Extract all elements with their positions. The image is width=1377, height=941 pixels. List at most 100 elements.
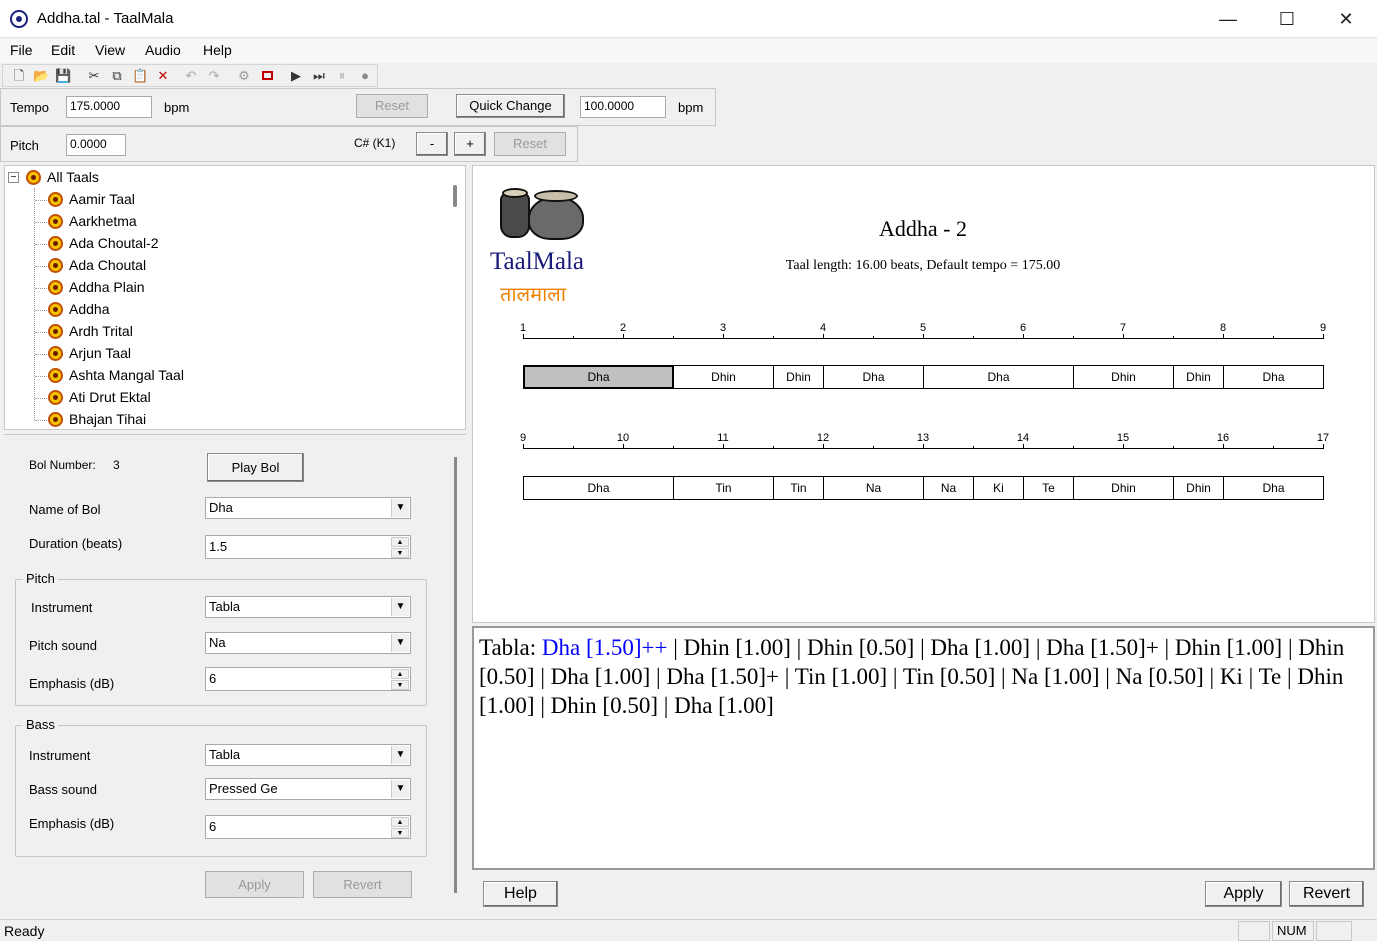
maximize-button[interactable]: ☐	[1258, 0, 1316, 38]
row2-bol-box[interactable]: Tin	[673, 476, 774, 500]
paste-icon[interactable]: 📋	[132, 68, 148, 84]
tree-item[interactable]: Bhajan Tihai	[5, 409, 265, 429]
undo-icon[interactable]: ↶	[183, 68, 199, 84]
pitch-note: C# (K1)	[354, 136, 396, 150]
revert-button[interactable]: Revert	[1289, 881, 1364, 907]
taal-icon	[48, 214, 63, 229]
row2-bol-box[interactable]: Dhin	[1073, 476, 1174, 500]
tree-item[interactable]: Ati Drut Ektal	[5, 387, 265, 409]
stop-icon[interactable]	[259, 68, 275, 84]
tree-item[interactable]: Addha	[5, 299, 265, 321]
duration-stepper[interactable]: 1.5 ▲ ▼	[205, 535, 411, 559]
help-button[interactable]: Help	[483, 881, 558, 907]
beat-number: 9	[519, 432, 527, 444]
spin-up-icon[interactable]: ▲	[391, 817, 409, 827]
row2-bol-box[interactable]: Dhin	[1173, 476, 1224, 500]
row2-bol-box[interactable]: Na	[823, 476, 924, 500]
tree-item[interactable]: Arjun Taal	[5, 343, 265, 365]
beat-tick	[523, 444, 524, 449]
menu-file[interactable]: File	[10, 42, 33, 58]
bol-apply-button[interactable]: Apply	[205, 871, 304, 898]
bass-sound-label: Bass sound	[29, 782, 97, 797]
redo-icon[interactable]: ↷	[206, 68, 222, 84]
pause-icon[interactable]: ⏸	[334, 68, 350, 84]
bol-name-select[interactable]: Dha ▼	[205, 497, 411, 519]
spin-down-icon[interactable]: ▼	[391, 828, 409, 838]
beat-number: 12	[816, 432, 830, 444]
tree-item[interactable]: Aamir Taal	[5, 189, 265, 211]
menu-audio[interactable]: Audio	[145, 42, 181, 58]
copy-icon[interactable]: ⧉	[109, 68, 125, 84]
tree-item[interactable]: Ashta Mangal Taal	[5, 365, 265, 387]
save-icon[interactable]: 💾	[55, 68, 71, 84]
half-beat-tick	[1273, 446, 1274, 449]
pitch-plus-button[interactable]: +	[454, 132, 486, 156]
spin-up-icon[interactable]: ▲	[391, 669, 409, 679]
collapse-icon[interactable]: −	[8, 172, 19, 183]
pitch-emphasis-stepper[interactable]: 6 ▲ ▼	[205, 667, 411, 691]
tree-item[interactable]: Ada Choutal-2	[5, 233, 265, 255]
chevron-down-icon[interactable]: ▼	[391, 598, 409, 616]
tempo-reset-button[interactable]: Reset	[356, 94, 428, 118]
tree-item[interactable]: Aarkhetma	[5, 211, 265, 233]
properties-icon[interactable]: ⚙	[236, 68, 252, 84]
play-bol-button[interactable]: Play Bol	[207, 453, 304, 482]
play-icon[interactable]: ▶	[288, 68, 304, 84]
chevron-down-icon[interactable]: ▼	[391, 634, 409, 652]
tree-item[interactable]: Ardh Trital	[5, 321, 265, 343]
bol-sequence-textarea[interactable]: Tabla: Dha [1.50]++ | Dhin [1.00] | Dhin…	[472, 626, 1375, 870]
tree-item[interactable]: Ada Choutal	[5, 255, 265, 277]
menu-view[interactable]: View	[95, 42, 125, 58]
row2-bol-box[interactable]: Dha	[1223, 476, 1324, 500]
play-step-icon[interactable]: ⏭	[311, 68, 327, 84]
bass-sound-select[interactable]: Pressed Ge ▼	[205, 778, 411, 800]
spin-up-icon[interactable]: ▲	[391, 537, 409, 547]
taal-icon	[48, 390, 63, 405]
chevron-down-icon[interactable]: ▼	[391, 746, 409, 764]
pitch-group-title: Pitch	[23, 571, 58, 586]
beat-tick	[1023, 444, 1024, 449]
cut-icon[interactable]: ✂	[86, 68, 102, 84]
close-button[interactable]: ✕	[1317, 0, 1375, 38]
open-icon[interactable]: 📂	[33, 68, 49, 84]
bass-instrument-label: Instrument	[29, 748, 91, 763]
menu-help[interactable]: Help	[203, 42, 232, 58]
tempo-input[interactable]: 175.0000	[66, 96, 152, 118]
taal-icon	[48, 412, 63, 427]
row2-bol-box[interactable]: Tin	[773, 476, 824, 500]
taal-canvas[interactable]: TaalMala तालमाला Addha - 2 Taal length: …	[472, 165, 1375, 623]
row2-bol-box[interactable]: Te	[1023, 476, 1074, 500]
apply-button[interactable]: Apply	[1205, 881, 1282, 907]
beat-row-2[interactable]: 9 10 11 12 13 14 15 16 17 Dha Tin Tin Na Na Ki Te Dhin Dh…	[473, 166, 1373, 566]
bass-instrument-select[interactable]: Tabla ▼	[205, 744, 411, 766]
pitch-reset-button[interactable]: Reset	[494, 132, 566, 156]
row2-bol-box[interactable]: Na	[923, 476, 974, 500]
chevron-down-icon[interactable]: ▼	[391, 499, 409, 517]
pitch-input[interactable]: 0.0000	[66, 134, 126, 156]
bol-revert-button[interactable]: Revert	[313, 871, 412, 898]
spin-down-icon[interactable]: ▼	[391, 548, 409, 558]
row2-bol-box[interactable]: Ki	[973, 476, 1024, 500]
pitch-instrument-select[interactable]: Tabla ▼	[205, 596, 411, 618]
panel-scrollbar[interactable]	[454, 457, 457, 893]
beat-tick	[723, 444, 724, 449]
beat-tick	[923, 444, 924, 449]
delete-icon[interactable]: ✕	[155, 68, 171, 84]
quick-change-button[interactable]: Quick Change	[456, 94, 565, 118]
pitch-minus-button[interactable]: -	[416, 132, 448, 156]
row2-bol-box[interactable]: Dha	[523, 476, 674, 500]
menu-edit[interactable]: Edit	[51, 42, 75, 58]
bass-emphasis-stepper[interactable]: 6 ▲ ▼	[205, 815, 411, 839]
new-icon[interactable]: 🗋	[11, 68, 27, 84]
tree-scrollbar-thumb[interactable]	[453, 185, 457, 207]
record-icon[interactable]: ●	[357, 68, 373, 84]
tree-item[interactable]: Addha Plain	[5, 277, 265, 299]
spin-down-icon[interactable]: ▼	[391, 680, 409, 690]
chevron-down-icon[interactable]: ▼	[391, 780, 409, 798]
taal-tree[interactable]: − All Taals Aamir Taal Aarkhetma Ada Chout…	[4, 165, 466, 430]
tree-root[interactable]: − All Taals	[5, 167, 205, 189]
pitch-label: Pitch	[10, 138, 39, 153]
pitch-sound-select[interactable]: Na ▼	[205, 632, 411, 654]
minimize-button[interactable]: —	[1199, 0, 1257, 38]
quick-tempo-input[interactable]: 100.0000	[580, 96, 666, 118]
